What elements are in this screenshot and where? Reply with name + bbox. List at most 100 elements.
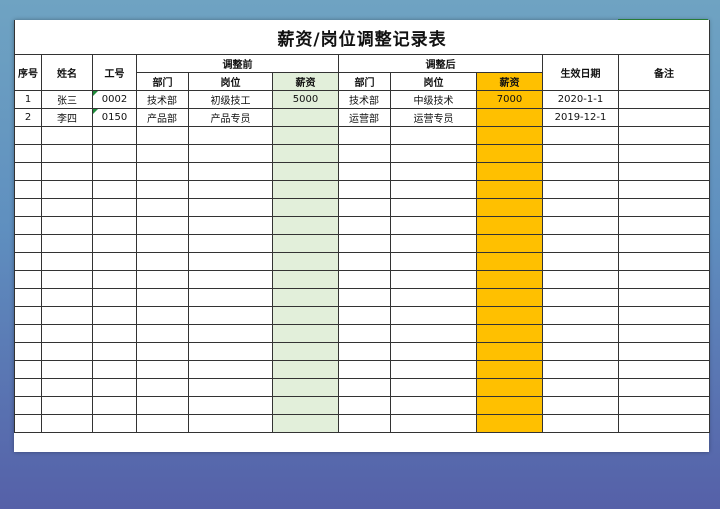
name-cell[interactable] [41, 270, 93, 289]
before-position-cell[interactable]: 产品专员 [188, 108, 273, 127]
after-dept-cell[interactable] [338, 126, 391, 145]
emp-no-cell[interactable]: 0002 [92, 90, 137, 109]
before-dept-cell[interactable] [136, 162, 189, 181]
after-position-cell[interactable] [390, 252, 477, 271]
effective-date-cell[interactable] [542, 306, 619, 325]
name-cell[interactable] [41, 216, 93, 235]
remarks-cell[interactable] [617, 144, 711, 163]
name-cell[interactable]: 张三 [41, 90, 93, 109]
effective-date-cell[interactable] [542, 360, 619, 379]
effective-date-cell[interactable]: 2020-1-1 [542, 90, 619, 109]
remarks-cell[interactable] [617, 306, 711, 325]
seq-cell[interactable] [14, 414, 42, 433]
remarks-cell[interactable] [617, 234, 711, 253]
remarks-cell[interactable] [617, 414, 711, 433]
seq-cell[interactable] [14, 216, 42, 235]
header-name[interactable]: 姓名 [41, 54, 93, 91]
before-salary-cell[interactable] [272, 378, 339, 397]
before-position-cell[interactable] [188, 342, 273, 361]
before-dept-cell[interactable] [136, 252, 189, 271]
before-dept-cell[interactable] [136, 144, 189, 163]
after-salary-cell[interactable] [476, 216, 543, 235]
effective-date-cell[interactable] [542, 234, 619, 253]
seq-cell[interactable] [14, 180, 42, 199]
after-salary-cell[interactable] [476, 144, 543, 163]
after-dept-cell[interactable]: 运营部 [338, 108, 391, 127]
header-before-group[interactable]: 调整前 [136, 54, 339, 73]
seq-cell[interactable] [14, 162, 42, 181]
before-salary-cell[interactable]: 5000 [272, 90, 339, 109]
header-after-dept[interactable]: 部门 [338, 72, 391, 91]
before-dept-cell[interactable] [136, 306, 189, 325]
seq-cell[interactable] [14, 270, 42, 289]
name-cell[interactable] [41, 234, 93, 253]
remarks-cell[interactable] [617, 198, 711, 217]
after-dept-cell[interactable] [338, 162, 391, 181]
effective-date-cell[interactable] [542, 342, 619, 361]
name-cell[interactable] [41, 306, 93, 325]
after-salary-cell[interactable] [476, 360, 543, 379]
name-cell[interactable]: 李四 [41, 108, 93, 127]
before-position-cell[interactable] [188, 288, 273, 307]
seq-cell[interactable] [14, 144, 42, 163]
emp-no-cell[interactable] [92, 162, 137, 181]
before-dept-cell[interactable] [136, 126, 189, 145]
before-dept-cell[interactable] [136, 378, 189, 397]
name-cell[interactable] [41, 342, 93, 361]
effective-date-cell[interactable] [542, 216, 619, 235]
before-dept-cell[interactable] [136, 270, 189, 289]
after-dept-cell[interactable] [338, 342, 391, 361]
before-dept-cell[interactable] [136, 324, 189, 343]
before-salary-cell[interactable] [272, 360, 339, 379]
after-salary-cell[interactable] [476, 306, 543, 325]
after-salary-cell[interactable] [476, 324, 543, 343]
name-cell[interactable] [41, 360, 93, 379]
after-position-cell[interactable] [390, 288, 477, 307]
after-salary-cell[interactable] [476, 180, 543, 199]
header-after-group[interactable]: 调整后 [338, 54, 543, 73]
after-dept-cell[interactable] [338, 396, 391, 415]
before-salary-cell[interactable] [272, 342, 339, 361]
remarks-cell[interactable] [617, 252, 711, 271]
seq-cell[interactable] [14, 252, 42, 271]
name-cell[interactable] [41, 252, 93, 271]
after-dept-cell[interactable] [338, 270, 391, 289]
before-position-cell[interactable]: 初级技工 [188, 90, 273, 109]
after-salary-cell[interactable] [476, 108, 543, 127]
remarks-cell[interactable] [617, 270, 711, 289]
header-before-position[interactable]: 岗位 [188, 72, 273, 91]
before-position-cell[interactable] [188, 360, 273, 379]
after-salary-cell[interactable] [476, 396, 543, 415]
emp-no-cell[interactable] [92, 234, 137, 253]
remarks-cell[interactable] [617, 126, 711, 145]
header-after-position[interactable]: 岗位 [390, 72, 477, 91]
before-dept-cell[interactable] [136, 414, 189, 433]
before-salary-cell[interactable] [272, 216, 339, 235]
remarks-cell[interactable] [617, 162, 711, 181]
after-dept-cell[interactable] [338, 324, 391, 343]
seq-cell[interactable] [14, 306, 42, 325]
before-position-cell[interactable] [188, 414, 273, 433]
effective-date-cell[interactable]: 2019-12-1 [542, 108, 619, 127]
before-position-cell[interactable] [188, 306, 273, 325]
before-salary-cell[interactable] [272, 270, 339, 289]
remarks-cell[interactable] [617, 90, 711, 109]
name-cell[interactable] [41, 378, 93, 397]
effective-date-cell[interactable] [542, 180, 619, 199]
after-position-cell[interactable] [390, 414, 477, 433]
after-dept-cell[interactable] [338, 306, 391, 325]
before-dept-cell[interactable] [136, 216, 189, 235]
before-salary-cell[interactable] [272, 396, 339, 415]
emp-no-cell[interactable] [92, 342, 137, 361]
after-position-cell[interactable] [390, 216, 477, 235]
name-cell[interactable] [41, 414, 93, 433]
after-position-cell[interactable] [390, 396, 477, 415]
emp-no-cell[interactable] [92, 360, 137, 379]
header-after-salary[interactable]: 薪资 [476, 72, 543, 91]
remarks-cell[interactable] [617, 180, 711, 199]
before-dept-cell[interactable] [136, 198, 189, 217]
effective-date-cell[interactable] [542, 144, 619, 163]
after-dept-cell[interactable] [338, 234, 391, 253]
after-dept-cell[interactable] [338, 378, 391, 397]
remarks-cell[interactable] [617, 216, 711, 235]
